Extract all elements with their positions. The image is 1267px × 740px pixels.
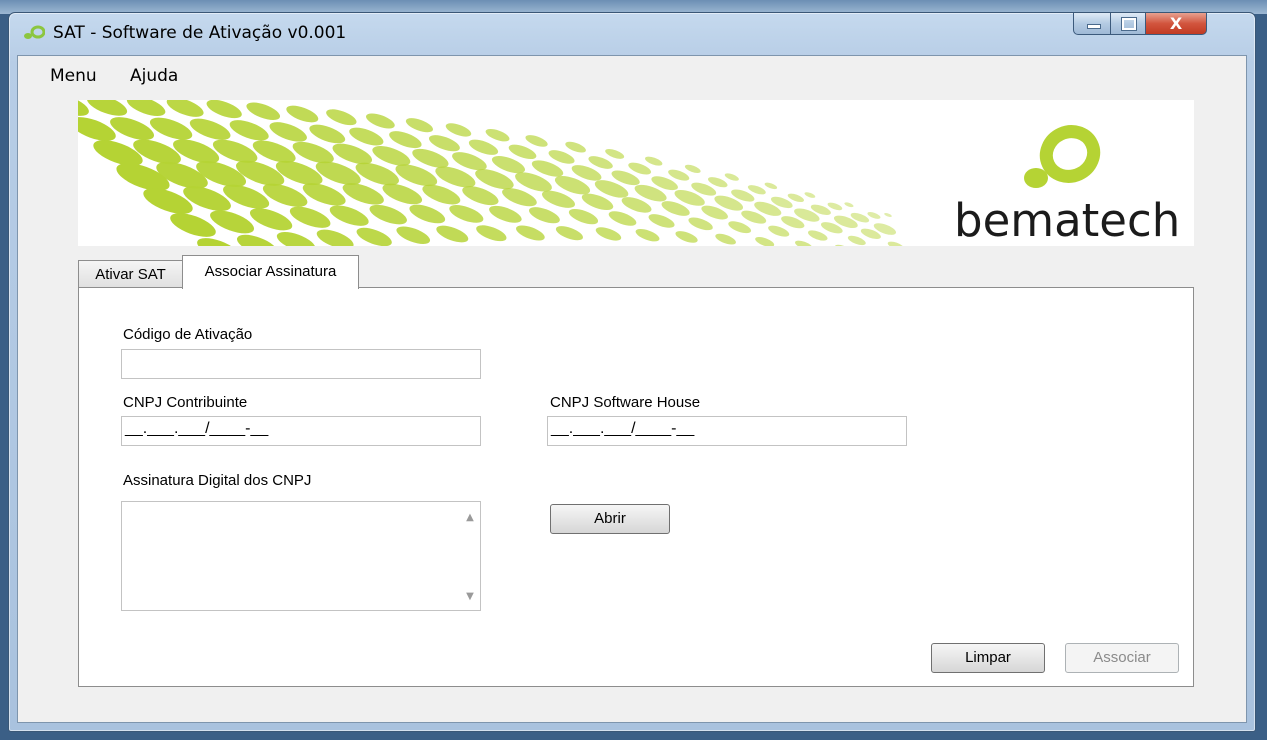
banner-dot [449,204,484,223]
banner-dot [808,230,828,241]
cnpj-contribuinte-label: CNPJ Contribuinte [123,394,248,411]
banner-dot [605,148,625,159]
banner-dot [688,217,713,231]
bematech-wordmark: bematech [954,194,1181,246]
title-bar[interactable]: SAT - Software de Ativação v0.001 X [9,13,1255,55]
cnpj-contribuinte-input[interactable]: __.___.___/____-__ [121,416,481,446]
maximize-icon [1121,17,1137,31]
close-button[interactable]: X [1145,13,1207,35]
banner-dot [409,204,446,224]
banner-dot [349,127,384,146]
banner-dot [764,182,778,190]
banner-dot [795,240,813,246]
window-title: SAT - Software de Ativação v0.001 [53,23,347,43]
tab-label: Ativar SAT [95,266,166,283]
banner-dot [149,117,193,140]
scroll-up-icon[interactable]: ▲ [460,512,480,523]
assinatura-digital-textarea[interactable]: ▲ ▼ [121,501,481,611]
banner-dot [206,100,242,119]
banner-dot [525,135,548,147]
assinatura-digital-label: Assinatura Digital dos CNPJ [123,472,312,489]
codigo-ativacao-label: Código de Ativação [123,326,253,343]
banner-dot [229,120,269,141]
banner-dot [86,100,128,116]
tab-associar-assinatura[interactable]: Associar Assinatura [182,255,359,289]
banner-dot [715,233,736,245]
banner-dot [565,141,586,153]
banner-dot [476,225,507,242]
banner-dot [728,221,752,234]
banner-dot [884,213,892,217]
menu-bar: Menu Ajuda [18,56,1246,86]
banner-dot [366,113,395,129]
close-icon: X [1169,14,1183,33]
banner-dot [844,202,854,208]
banner-dot [768,225,790,237]
abrir-button[interactable]: Abrir [550,504,670,534]
minimize-icon [1087,24,1101,29]
bematech-banner: bematech [78,100,1194,246]
banner-dot [485,128,510,142]
banner-dot [684,164,701,173]
tab-label: Associar Assinatura [204,263,337,280]
scroll-down-icon[interactable]: ▼ [460,591,480,602]
vertical-scrollbar[interactable]: ▲ ▼ [460,502,480,610]
banner-dot [834,244,851,246]
banner-dot [645,156,663,166]
menu-item-menu[interactable]: Menu [50,66,97,86]
banner-dot [396,226,431,244]
maximize-button[interactable] [1110,13,1146,35]
banner-dot [568,208,599,225]
banner-dot [847,235,866,246]
banner-dot [189,118,231,140]
app-logo-icon [24,25,45,39]
banner-dot [356,227,392,246]
banner-dot [595,227,622,241]
window-client-area: Menu Ajuda bematech Ativar SAT Associar … [17,55,1247,723]
banner-dot [608,211,637,226]
tab-ativar-sat[interactable]: Ativar SAT [78,260,183,287]
banner-dot [249,208,293,231]
menu-item-ajuda[interactable]: Ajuda [130,66,178,86]
banner-dot [110,117,155,141]
associar-assinatura-panel: Código de Ativação CNPJ Contribuinte __.… [78,287,1194,687]
minimize-button[interactable] [1073,13,1111,35]
banner-dot [887,241,904,246]
banner-dot [755,236,775,246]
cnpj-software-house-input[interactable]: __.___.___/____-__ [547,416,907,446]
app-window: SAT - Software de Ativação v0.001 X Menu… [8,12,1256,732]
banner-dot [329,205,369,226]
banner-dot [276,231,316,246]
banner-dot [804,192,816,198]
banner-dot [326,109,357,126]
banner-dot [724,173,739,181]
banner-dot [489,205,522,223]
associar-button[interactable]: Associar [1065,643,1179,673]
banner-dot [445,123,472,137]
banner-dot [166,100,204,117]
banner-dot [126,100,166,117]
banner-dot [269,122,307,142]
banner-dot [316,229,354,246]
banner-dot [309,124,346,144]
banner-dot [369,204,407,225]
banner-dot [648,214,675,228]
codigo-ativacao-input[interactable] [121,349,481,379]
banner-dot [528,207,560,224]
banner-dot [286,105,319,123]
banner-dot [428,135,460,152]
banner-dot [516,225,545,241]
banner-dot [389,131,422,149]
banner-dot [675,231,698,243]
banner-dot [436,225,469,243]
banner-dot [289,206,331,228]
banner-dot [867,212,881,219]
banner-dot [405,118,433,133]
banner-dot [555,226,583,241]
banner-dot [246,102,281,120]
limpar-button[interactable]: Limpar [931,643,1045,673]
cnpj-software-house-label: CNPJ Software House [550,394,701,411]
bematech-logo-icon [1024,125,1101,188]
banner-dot [635,228,660,242]
